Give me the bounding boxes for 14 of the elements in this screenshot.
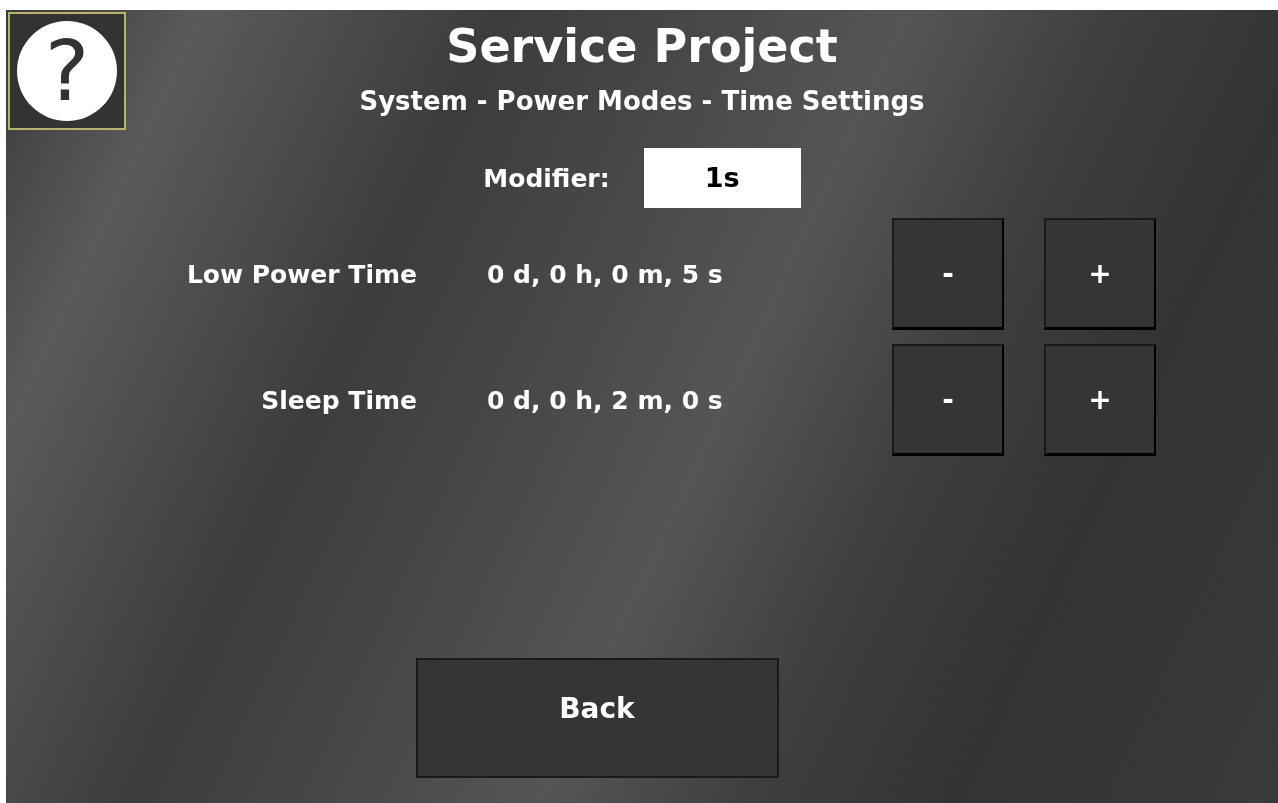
help-button[interactable]: ?	[8, 12, 126, 130]
increase-button[interactable]: +	[1044, 218, 1156, 330]
setting-label: Low Power Time	[185, 259, 417, 289]
modifier-label: Modifier:	[483, 163, 610, 193]
increase-button[interactable]: +	[1044, 344, 1156, 456]
decrease-button[interactable]: -	[892, 344, 1004, 456]
setting-value: 0 d, 0 h, 0 m, 5 s	[487, 259, 724, 289]
decrease-button[interactable]: -	[892, 218, 1004, 330]
setting-value: 0 d, 0 h, 2 m, 0 s	[487, 385, 724, 415]
page-subtitle: System - Power Modes - Time Settings	[359, 85, 925, 117]
setting-label: Sleep Time	[260, 385, 417, 415]
back-button[interactable]: Back	[415, 658, 779, 778]
page-title: Service Project	[446, 20, 838, 72]
modifier-field[interactable]: 1s	[643, 148, 801, 208]
